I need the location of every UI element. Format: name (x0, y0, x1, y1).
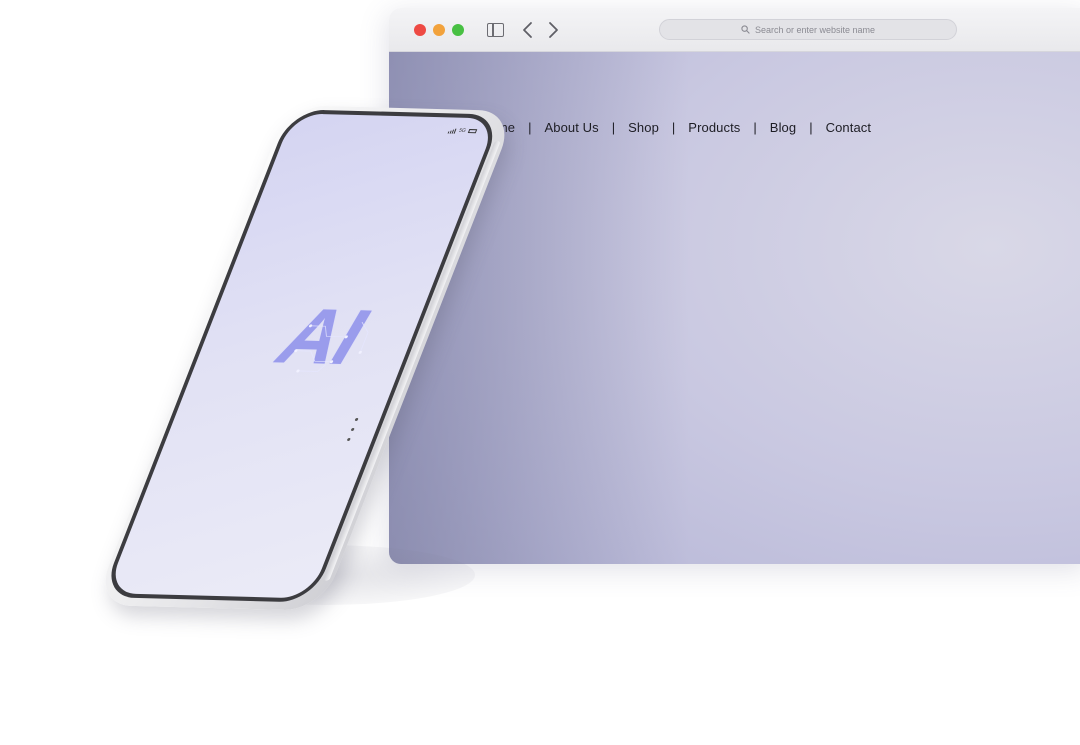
search-icon (741, 25, 750, 34)
nav-separator: | (611, 119, 616, 135)
nav-separator: | (809, 119, 813, 135)
phone-side-indicators (346, 417, 359, 441)
sidebar-toggle-icon[interactable] (487, 23, 504, 37)
forward-arrow-icon[interactable] (545, 20, 561, 40)
maximize-window-button[interactable] (452, 24, 464, 36)
ai-logo: AI (267, 291, 376, 382)
nav-link-products[interactable]: Products (688, 120, 740, 135)
address-bar[interactable]: Search or enter website name (659, 19, 957, 40)
address-bar-placeholder: Search or enter website name (754, 24, 876, 35)
phone-status-bar: 5G (448, 128, 478, 135)
nav-link-contact[interactable]: Contact (826, 120, 872, 135)
nav-separator: | (528, 119, 532, 135)
nav-link-blog[interactable]: Blog (770, 120, 796, 135)
back-arrow-icon[interactable] (520, 20, 536, 40)
nav-separator: | (671, 119, 676, 135)
signal-icon (448, 128, 458, 134)
minimize-window-button[interactable] (433, 24, 445, 36)
battery-icon (467, 129, 478, 134)
close-window-button[interactable] (414, 24, 426, 36)
network-label: 5G (457, 127, 467, 134)
browser-window: Search or enter website name Home | Abou… (389, 8, 1080, 564)
nav-link-shop[interactable]: Shop (628, 120, 659, 135)
nav-separator: | (753, 119, 757, 135)
browser-toolbar: Search or enter website name (389, 8, 1080, 52)
nav-link-about-us[interactable]: About Us (544, 120, 598, 135)
